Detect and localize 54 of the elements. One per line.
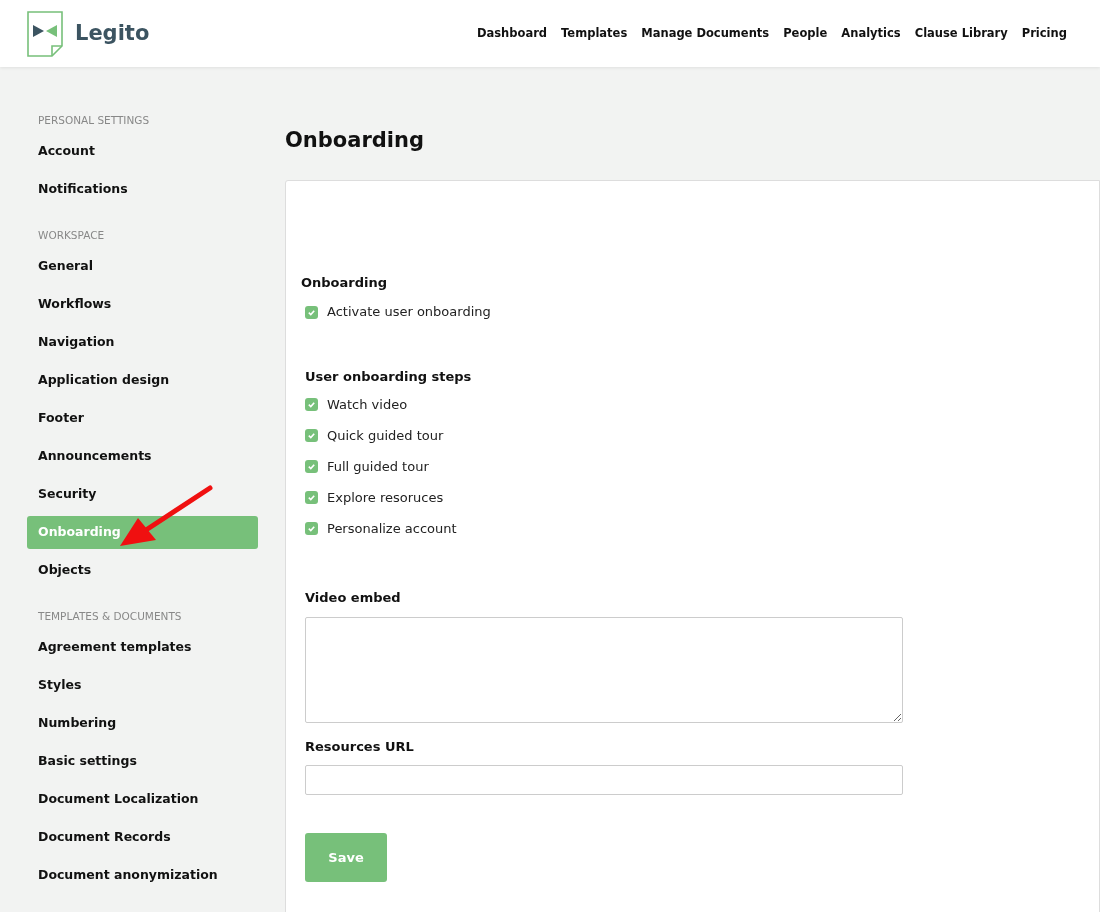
sidebar-item[interactable]: Footer: [27, 402, 258, 435]
sidebar-item[interactable]: Workflows: [27, 288, 258, 321]
check-icon: [307, 462, 316, 471]
sidebar-item[interactable]: General: [27, 250, 258, 283]
sidebar-item[interactable]: Document anonymization: [27, 859, 258, 892]
check-icon: [307, 431, 316, 440]
brand-name: Legito: [75, 19, 150, 47]
check-icon: [307, 307, 316, 317]
section-heading: WORKSPACE: [37, 228, 106, 243]
checkbox-label: Full guided tour: [327, 457, 429, 476]
checkbox-label: Quick guided tour: [327, 426, 444, 445]
sidebar-item[interactable]: Account: [27, 135, 258, 168]
sidebar-item[interactable]: Announcements: [27, 440, 258, 473]
sidebar-item[interactable]: Application design: [27, 364, 258, 397]
checkbox-label: Personalize account: [327, 519, 457, 538]
check-icon: [307, 524, 316, 533]
nav-link[interactable]: Dashboard: [476, 24, 548, 43]
nav-link[interactable]: Manage Documents: [641, 24, 770, 43]
nav-link[interactable]: People: [783, 24, 828, 43]
check-icon: [307, 400, 316, 409]
nav-link[interactable]: Templates: [561, 24, 628, 43]
sidebar-item[interactable]: Objects: [27, 554, 258, 587]
section-heading: TEMPLATES & DOCUMENTS: [37, 609, 183, 624]
checkbox[interactable]: [305, 305, 318, 319]
checkbox-label: Explore resoruces: [327, 488, 444, 507]
checkbox-label: Activate user onboarding: [327, 303, 491, 322]
group-heading: Onboarding: [301, 274, 389, 292]
sidebar-item[interactable]: Document Records: [27, 821, 258, 854]
sidebar-item[interactable]: Navigation: [27, 326, 258, 359]
checkbox-label: Watch video: [327, 395, 408, 414]
sidebar-item[interactable]: Notifications: [27, 173, 258, 206]
sidebar-item[interactable]: Basic settings: [27, 745, 258, 778]
checkbox[interactable]: [305, 429, 318, 442]
sidebar-item[interactable]: Document Localization: [27, 783, 258, 816]
nav-link[interactable]: Pricing: [1021, 24, 1067, 43]
checkbox[interactable]: [305, 398, 318, 411]
section-heading: PERSONAL SETTINGS: [37, 113, 151, 128]
checkbox[interactable]: [305, 522, 318, 535]
resources-url-field[interactable]: [305, 765, 903, 795]
nav-link[interactable]: Clause Library: [914, 24, 1008, 43]
sidebar-item[interactable]: Styles: [27, 669, 258, 702]
sidebar-item[interactable]: Agreement templates: [27, 631, 258, 664]
field-label: Video embed: [305, 589, 402, 607]
logo-icon: [27, 10, 63, 57]
checkbox[interactable]: [305, 491, 318, 504]
sidebar-item[interactable]: Numbering: [27, 707, 258, 740]
sidebar-item[interactable]: Security: [27, 478, 258, 511]
page-title: Onboarding: [285, 127, 425, 154]
check-icon: [307, 493, 316, 502]
video-embed-field[interactable]: [305, 616, 903, 723]
checkbox[interactable]: [305, 460, 318, 473]
nav-link[interactable]: Analytics: [841, 24, 901, 43]
group-heading: User onboarding steps: [305, 367, 473, 386]
field-label: Resources URL: [305, 737, 415, 756]
